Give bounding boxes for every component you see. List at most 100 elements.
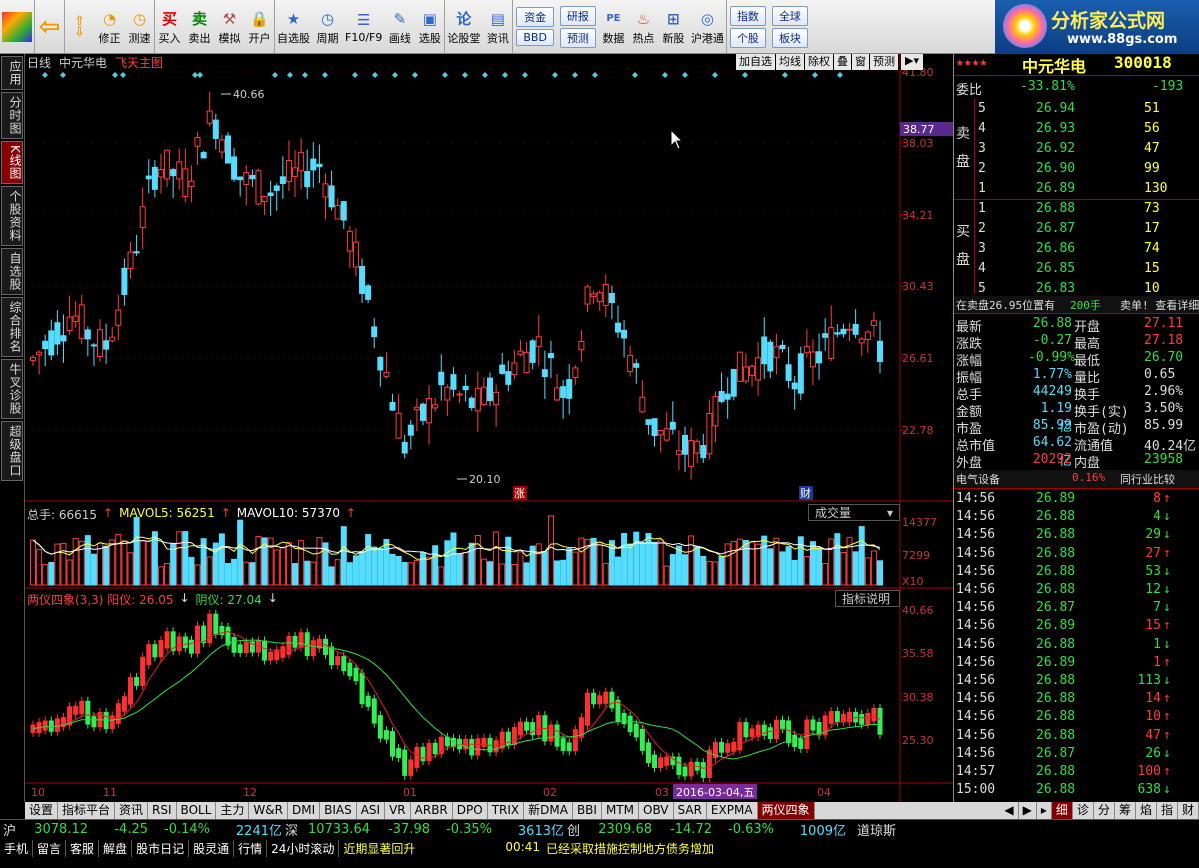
info-link-3[interactable]: 解盘 bbox=[99, 840, 133, 857]
right-tab-1[interactable]: 诊 bbox=[1073, 802, 1094, 819]
kline-chart[interactable]: 41.8038.0334.2130.4326.6122.7838.7740.66… bbox=[25, 54, 953, 802]
left-tab-5[interactable]: 综合排名 bbox=[1, 296, 23, 357]
indicator-tab-14[interactable]: 新DMA bbox=[524, 802, 573, 819]
right-tab-0[interactable]: 细 bbox=[1051, 802, 1073, 819]
indicator-tab-12[interactable]: DPO bbox=[453, 802, 488, 819]
info-link-5[interactable]: 股灵通 bbox=[189, 840, 235, 857]
indicator-tab-13[interactable]: TRIX bbox=[488, 802, 525, 819]
chart-button-3[interactable]: 叠 bbox=[834, 54, 851, 70]
hk-connect-button[interactable]: ◎ 沪港通 bbox=[689, 0, 727, 53]
info-link-2[interactable]: 客服 bbox=[66, 840, 100, 857]
tab-scroll-icon[interactable]: ▸ bbox=[1037, 802, 1052, 819]
info-link-7[interactable]: 24小时滚动 bbox=[267, 840, 340, 857]
hotspot-button[interactable]: ♨ 热点 bbox=[629, 0, 659, 53]
buy-button[interactable]: 买买入 bbox=[155, 0, 185, 53]
chart-button-0[interactable]: 加自选 bbox=[736, 54, 775, 70]
indicator-tab-19[interactable]: EXPMA bbox=[707, 802, 758, 819]
fund-button[interactable]: 资金 bbox=[516, 7, 554, 27]
tab-scroll-icon[interactable]: ▶ bbox=[1019, 802, 1037, 819]
right-tab-4[interactable]: 焰 bbox=[1136, 802, 1157, 819]
left-tab-6[interactable]: 牛叉诊股 bbox=[1, 358, 23, 419]
indicator-tab-2[interactable]: 资讯 bbox=[115, 802, 149, 819]
indicator-body bbox=[310, 640, 316, 657]
info-link-6[interactable]: 行情 bbox=[234, 840, 268, 857]
tab-scroll-icon[interactable]: ◀ bbox=[1000, 802, 1019, 819]
indicator-tab-5[interactable]: 主力 bbox=[216, 802, 250, 819]
indicator-body bbox=[725, 743, 731, 753]
indicator-tab-6[interactable]: W&R bbox=[249, 802, 288, 819]
indicator-help-button[interactable]: 指标说明 bbox=[835, 590, 900, 607]
info-link-1[interactable]: 留言 bbox=[33, 840, 67, 857]
up-down-icon[interactable]: ⇧ ⇩ bbox=[65, 0, 95, 53]
indicator-tab-3[interactable]: RSI bbox=[148, 802, 177, 819]
period-label[interactable]: 日线 bbox=[27, 54, 51, 70]
left-tab-7[interactable]: 超级盘口 bbox=[1, 420, 23, 481]
new-stock-button[interactable]: ⊞ 新股 bbox=[659, 0, 689, 53]
news-ticker-1[interactable]: 近期显著回升 bbox=[339, 840, 489, 857]
indicator-tab-15[interactable]: BBI bbox=[573, 802, 602, 819]
stock-button[interactable]: 个股 bbox=[729, 27, 766, 48]
index-button[interactable]: 指数 bbox=[729, 5, 766, 26]
indicator-tab-20[interactable]: 两仪四象 bbox=[757, 802, 815, 819]
candle-body bbox=[218, 139, 225, 153]
chart-button-2[interactable]: 除权 bbox=[805, 54, 833, 70]
volume-bar bbox=[755, 543, 762, 586]
left-tab-0[interactable]: 应用 bbox=[1, 56, 23, 90]
indicator-tab-0[interactable]: 设置 bbox=[25, 802, 59, 819]
indicator-tab-10[interactable]: VR bbox=[385, 802, 411, 819]
period-button[interactable]: ◷ 周期 bbox=[313, 0, 343, 53]
chart-button-1[interactable]: 均线 bbox=[776, 54, 804, 70]
data-button[interactable]: PE 数据 bbox=[599, 0, 629, 53]
index-pct: -0.35% bbox=[446, 821, 492, 837]
left-tab-1[interactable]: 分时图 bbox=[1, 92, 23, 139]
left-tab-3[interactable]: 个股资料 bbox=[1, 185, 23, 246]
simulate-button[interactable]: ⚒ 模拟 bbox=[215, 0, 245, 53]
sector-button[interactable]: 板块 bbox=[771, 27, 808, 48]
right-tab-5[interactable]: 指 bbox=[1157, 802, 1178, 819]
info-link-0[interactable]: 手机 bbox=[0, 840, 34, 857]
kline-chart-area[interactable]: 41.80 38.03 34.21 30.43 26.61 22.78 38.77 40.66… bbox=[25, 54, 953, 802]
note-tail[interactable]: 卖单! 查看详细 bbox=[1120, 297, 1199, 313]
sell-button[interactable]: 卖卖出 bbox=[185, 0, 215, 53]
main-indicator-label[interactable]: 飞天主图 bbox=[115, 54, 163, 70]
global-button[interactable]: 全球 bbox=[771, 5, 808, 26]
candle-body bbox=[212, 119, 219, 139]
draw-line-button[interactable]: ✎ 画线 bbox=[385, 0, 415, 53]
stock-picker-button[interactable]: ▣ 选股 bbox=[415, 0, 446, 53]
chart-button-4[interactable]: 窗 bbox=[852, 54, 869, 70]
volume-bar bbox=[523, 562, 530, 586]
indicator-tab-4[interactable]: BOLL bbox=[177, 802, 217, 819]
compare-button[interactable]: 同行业比较 bbox=[1120, 471, 1175, 487]
indicator-tab-16[interactable]: MTM bbox=[602, 802, 639, 819]
back-button[interactable]: ⇦ bbox=[35, 0, 65, 53]
right-tab-3[interactable]: 筹 bbox=[1115, 802, 1136, 819]
bbd-button[interactable]: BBD bbox=[516, 29, 554, 46]
right-tab-2[interactable]: 分 bbox=[1094, 802, 1115, 819]
indicator-tab-17[interactable]: OBV bbox=[639, 802, 674, 819]
f10-button[interactable]: ☰ F10/F9 bbox=[343, 0, 385, 53]
left-tab-2[interactable]: K线图 bbox=[1, 141, 23, 184]
play-icon[interactable]: ▶▾ bbox=[901, 54, 923, 70]
watchlist-button[interactable]: ★ 自选股 bbox=[275, 0, 313, 53]
indicator-tab-9[interactable]: ASI bbox=[357, 802, 386, 819]
volume-selector[interactable]: 成交量 ▾ bbox=[808, 504, 900, 521]
info-link-4[interactable]: 股市日记 bbox=[132, 840, 190, 857]
news-ticker-2[interactable]: 已经采取措施控制地方债务增加 bbox=[546, 840, 714, 857]
report-button[interactable]: 研报 bbox=[559, 5, 596, 26]
layout-icon[interactable] bbox=[0, 0, 35, 53]
news-button[interactable]: ▤ 资讯 bbox=[483, 0, 514, 53]
indicator-tab-8[interactable]: BIAS bbox=[320, 802, 357, 819]
forecast-button[interactable]: 预测 bbox=[559, 27, 596, 48]
open-account-button[interactable]: 🔒 开户 bbox=[245, 0, 275, 53]
forum-button[interactable]: 论论股堂 bbox=[445, 0, 483, 53]
right-tab-6[interactable]: 财 bbox=[1178, 802, 1199, 819]
left-tab-4[interactable]: 自选股 bbox=[1, 247, 23, 295]
indicator-tab-11[interactable]: ARBR bbox=[411, 802, 453, 819]
diamond-marker bbox=[682, 72, 688, 78]
indicator-tab-18[interactable]: SAR bbox=[674, 802, 707, 819]
indicator-tab-1[interactable]: 指标平台 bbox=[58, 802, 116, 819]
chart-button-5[interactable]: 预测 bbox=[870, 54, 898, 70]
indicator-tab-7[interactable]: DMI bbox=[288, 802, 321, 819]
correct-button[interactable]: ◔ 修正 bbox=[95, 0, 125, 53]
speed-test-button[interactable]: ◷ 测速 bbox=[125, 0, 155, 53]
